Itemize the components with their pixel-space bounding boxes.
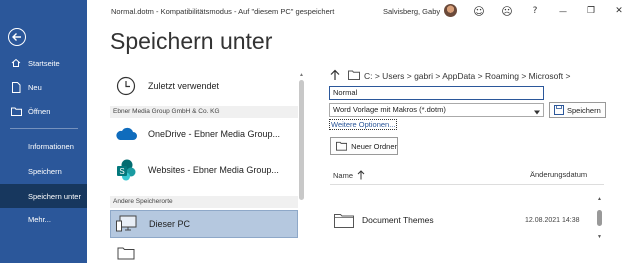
avatar[interactable]: [444, 4, 457, 17]
window-title: Normal.dotm - Kompatibilitätsmodus - Auf…: [111, 7, 335, 16]
column-header-name[interactable]: Name: [333, 170, 365, 180]
smiley-icon[interactable]: ☺: [472, 4, 486, 18]
svg-text:S: S: [119, 167, 124, 176]
chevron-down-icon: [534, 107, 540, 119]
filetype-select[interactable]: Word Vorlage mit Makros (*.dotm): [329, 103, 544, 117]
scroll-up-icon[interactable]: ▲: [299, 72, 304, 78]
file-list-scrollbar-thumb[interactable]: [597, 210, 602, 226]
save-button-label: Speichern: [567, 105, 601, 115]
location-onedrive[interactable]: OneDrive - Ebner Media Group...: [110, 120, 298, 148]
column-name-label: Name: [333, 170, 354, 180]
nav-open-label: Öffnen: [28, 106, 51, 116]
location-sites[interactable]: S Websites - Ebner Media Group...: [110, 156, 298, 184]
folder-icon: [334, 213, 354, 228]
filename-input[interactable]: Normal: [329, 86, 544, 100]
nav-new[interactable]: Neu: [0, 76, 87, 98]
up-arrow-icon[interactable]: [330, 69, 340, 83]
new-folder-label: Neuer Ordner: [351, 141, 397, 151]
user-name[interactable]: Salvisberg, Gaby: [383, 7, 440, 16]
folder-icon: [348, 70, 360, 82]
new-document-icon: [10, 81, 22, 93]
new-folder-icon: [336, 141, 348, 151]
nav-divider: [10, 128, 78, 129]
location-group-org: Ebner Media Group GmbH & Co. KG: [110, 106, 298, 118]
file-name: Document Themes: [362, 215, 434, 225]
filetype-value: Word Vorlage mit Makros (*.dotm): [333, 105, 446, 114]
cloud-icon: [114, 122, 138, 146]
page-title: Speichern unter: [110, 28, 273, 54]
locations-scrollbar-thumb[interactable]: [299, 80, 304, 200]
computer-icon: [115, 212, 139, 236]
nav-more-label: Mehr...: [28, 214, 51, 224]
help-icon[interactable]: ?: [528, 4, 542, 18]
backstage-sidebar: Startseite Neu Öffnen Informationen Spei…: [0, 0, 87, 263]
header-divider: [330, 184, 604, 185]
location-group-other: Andere Speicherorte: [110, 196, 298, 208]
location-recent-label: Zuletzt verwendet: [148, 81, 220, 91]
folder-icon: [114, 241, 138, 263]
save-locations-list: Zuletzt verwendet Ebner Media Group GmbH…: [110, 70, 298, 263]
save-icon: [554, 105, 564, 115]
nav-home[interactable]: Startseite: [0, 52, 87, 74]
file-list-scroll-up-icon[interactable]: ▲: [597, 196, 602, 202]
nav-home-label: Startseite: [28, 58, 60, 68]
table-row[interactable]: Document Themes 12.08.2021 14:38: [330, 210, 594, 230]
file-list-scroll-down-icon[interactable]: ▼: [597, 234, 602, 240]
location-recent[interactable]: Zuletzt verwendet: [110, 72, 298, 100]
clock-icon: [114, 74, 138, 98]
save-button[interactable]: Speichern: [549, 102, 606, 118]
new-folder-button[interactable]: Neuer Ordner: [330, 137, 398, 155]
column-header-date[interactable]: Änderungsdatum: [530, 170, 587, 179]
nav-save-as[interactable]: Speichern unter: [0, 184, 87, 208]
title-bar: Normal.dotm - Kompatibilitätsmodus - Auf…: [87, 0, 640, 22]
sort-ascending-icon: [357, 170, 365, 180]
file-date: 12.08.2021 14:38: [525, 216, 580, 224]
nav-open[interactable]: Öffnen: [0, 100, 87, 122]
restore-icon[interactable]: ❐: [584, 4, 598, 18]
location-browse[interactable]: [110, 242, 298, 263]
close-icon[interactable]: ✕: [612, 4, 626, 18]
location-onedrive-label: OneDrive - Ebner Media Group...: [148, 129, 281, 139]
sad-face-icon[interactable]: ☹: [500, 4, 514, 18]
breadcrumb-path[interactable]: C: > Users > gabri > AppData > Roaming >…: [364, 71, 570, 81]
nav-new-label: Neu: [28, 82, 42, 92]
more-options-link[interactable]: Weitere Optionen...: [329, 119, 398, 130]
nav-save-label: Speichern: [28, 166, 62, 176]
nav-more[interactable]: Mehr...: [0, 208, 87, 230]
open-folder-icon: [10, 107, 22, 116]
nav-info[interactable]: Informationen: [0, 135, 87, 157]
location-this-pc-label: Dieser PC: [149, 219, 191, 229]
back-arrow-icon[interactable]: [8, 28, 26, 46]
breadcrumb: C: > Users > gabri > AppData > Roaming >…: [330, 68, 610, 84]
nav-save-as-label: Speichern unter: [28, 191, 81, 201]
home-icon: [10, 58, 22, 68]
sharepoint-icon: S: [114, 158, 138, 182]
location-this-pc[interactable]: Dieser PC: [110, 210, 298, 238]
nav-save[interactable]: Speichern: [0, 160, 87, 182]
nav-info-label: Informationen: [28, 141, 74, 151]
minimize-icon[interactable]: —: [556, 4, 570, 18]
location-sites-label: Websites - Ebner Media Group...: [148, 165, 279, 175]
